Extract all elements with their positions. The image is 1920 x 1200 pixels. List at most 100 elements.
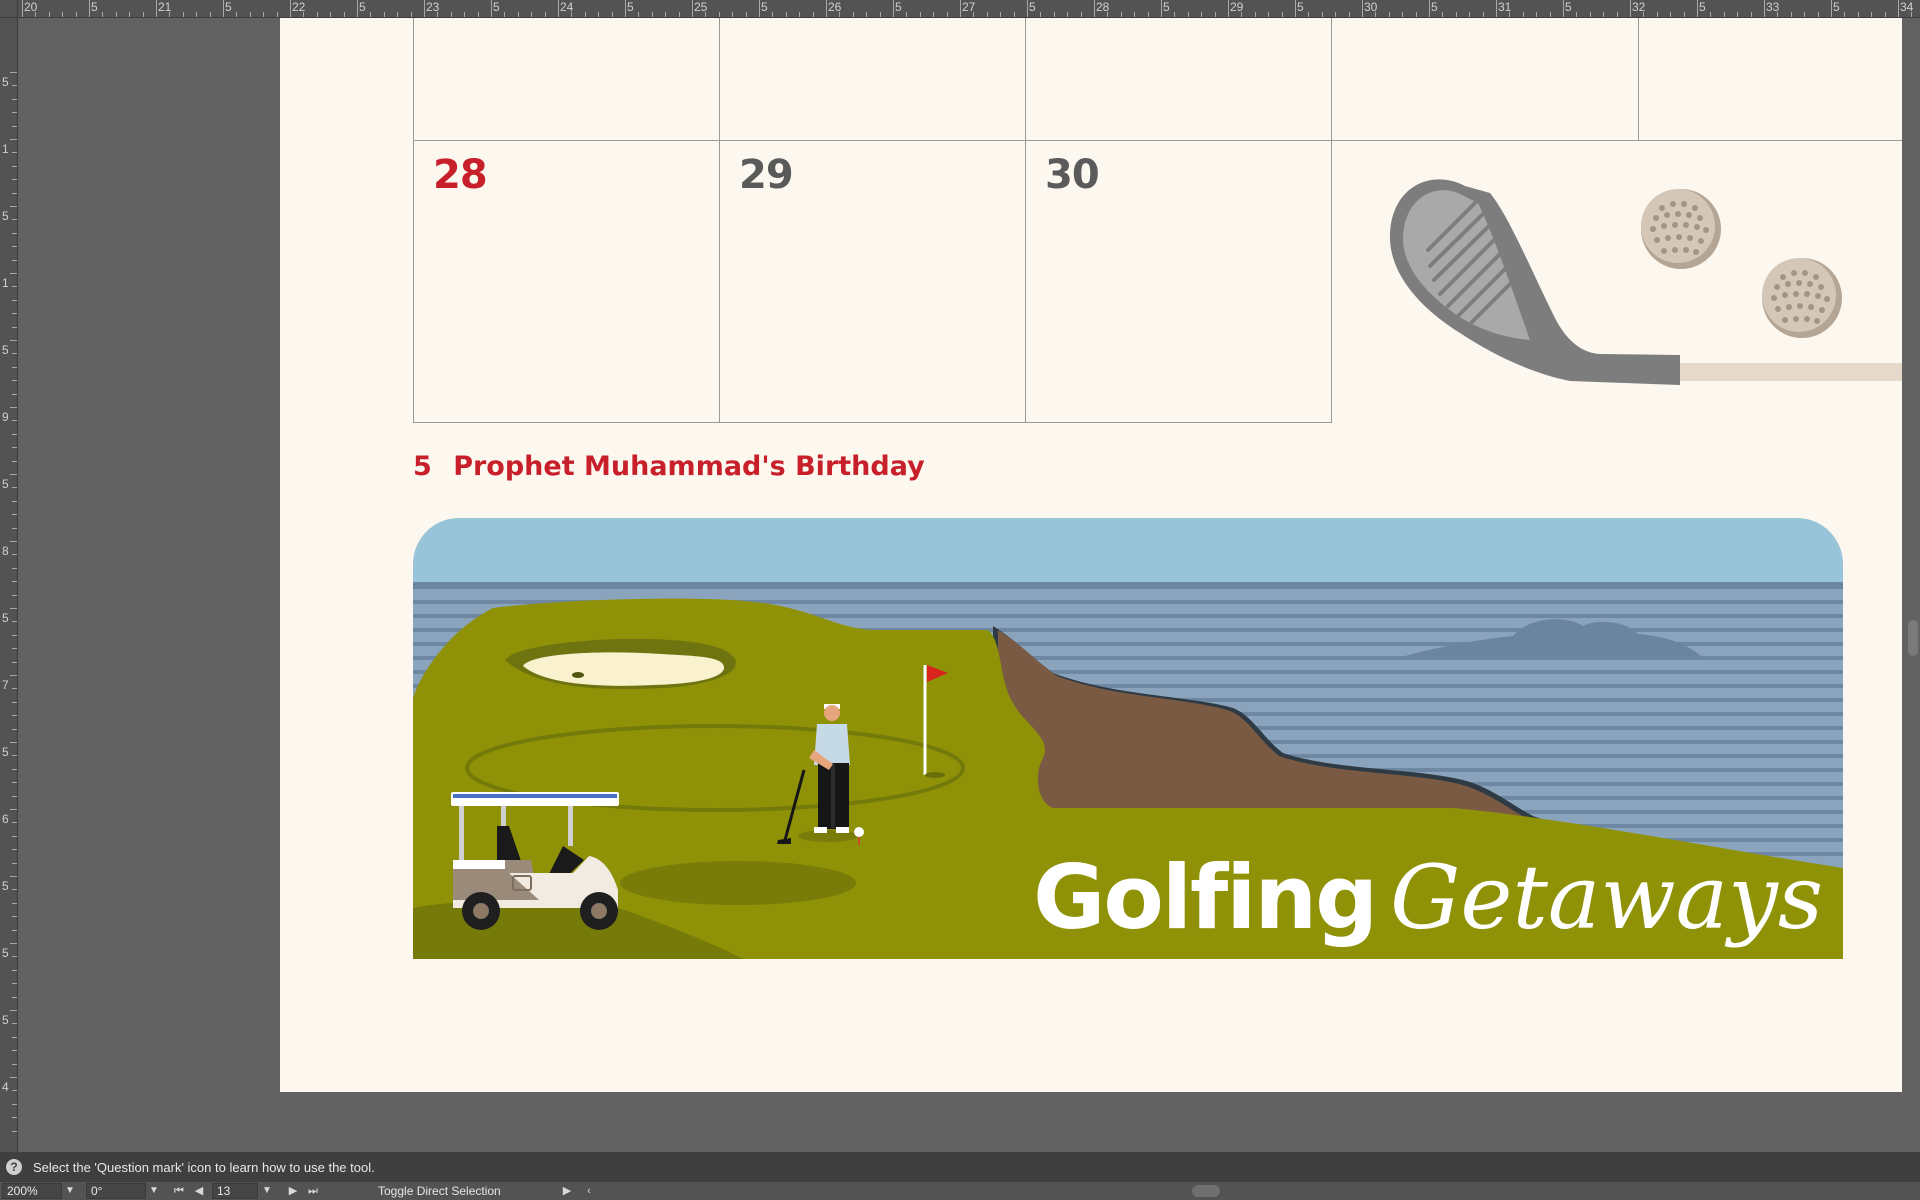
ruler-top-tick: [1630, 0, 1631, 17]
ruler-left-tick: [10, 340, 17, 341]
scroll-left-icon[interactable]: ‹: [582, 1182, 596, 1200]
ruler-top-label: 5: [1431, 0, 1438, 14]
ruler-top-label: 5: [225, 0, 232, 14]
ruler-left-tick: [12, 420, 17, 422]
ruler-corner[interactable]: [0, 0, 18, 18]
ruler-left-tick: [12, 433, 17, 435]
ruler-left-tick: [10, 675, 17, 676]
ruler-left-tick: [12, 688, 17, 690]
ruler-left-tick: [12, 366, 17, 368]
ruler-left-tick: [10, 273, 17, 274]
ruler-top-minor-tick: [142, 12, 144, 17]
zoom-field[interactable]: 200%: [2, 1183, 62, 1199]
ruler-top-minor-tick: [115, 12, 117, 17]
ruler-left-tick: [12, 795, 17, 797]
ruler-top-label: 5: [91, 0, 98, 14]
ruler-left-tick: [10, 809, 17, 810]
ruler-top-minor-tick: [169, 12, 171, 17]
ruler-top-minor-tick: [196, 12, 198, 17]
ruler-top[interactable]: 20 5 21 5 22 5 23 5 24 5 25 5 26 5 27 5 28 5 29 5 30 5 31 5 32 5 3…: [0, 0, 1920, 18]
vertical-scroll-thumb[interactable]: [1908, 620, 1918, 656]
ruler-top-tick: [558, 0, 559, 17]
ruler-top-minor-tick: [209, 12, 211, 17]
ruler-top-tick: [156, 0, 157, 17]
ruler-top-tick: [1362, 0, 1363, 17]
ruler-left-label: 4: [2, 1080, 9, 1094]
ruler-left-tick: [12, 514, 17, 516]
ruler-left-tick: [12, 299, 17, 301]
question-mark-icon[interactable]: ?: [6, 1159, 22, 1175]
ruler-top-label: 5: [627, 0, 634, 14]
ruler-top-minor-tick: [182, 12, 184, 17]
ruler-left-tick: [10, 1077, 17, 1078]
next-page-icon[interactable]: ▶: [286, 1182, 300, 1200]
ruler-top-label: 5: [761, 0, 768, 14]
ruler-top-tick: [22, 0, 23, 17]
document-page[interactable]: 28 29 30 5 Prophet Muhammad's Birthday G…: [280, 18, 1902, 1092]
holiday-day: 5: [413, 451, 432, 482]
ruler-left-tick: [12, 929, 17, 931]
ruler-top-label: 5: [1565, 0, 1572, 14]
ruler-left[interactable]: 5 1 5 1 5 9 5 8 5 7 5 6 5 5 5 4: [0, 18, 18, 1152]
ruler-top-tick: [826, 0, 827, 17]
ruler-left-label: 5: [2, 477, 9, 491]
ruler-top-tick: [89, 0, 90, 17]
ruler-top-tick: [290, 0, 291, 17]
status-tool-label: Toggle Direct Selection: [378, 1184, 501, 1198]
ruler-left-tick: [12, 889, 17, 891]
zoom-dropdown-chevron-icon[interactable]: ▼: [63, 1183, 77, 1199]
ruler-left-tick: [12, 152, 17, 154]
last-page-icon[interactable]: ⏭: [306, 1182, 320, 1200]
ruler-left-tick: [10, 876, 17, 877]
ruler-top-tick: [424, 0, 425, 17]
ruler-left-tick: [12, 85, 17, 87]
ruler-left-tick: [12, 996, 17, 998]
horizontal-scroll-thumb[interactable]: [1192, 1185, 1220, 1197]
ruler-left-tick: [12, 1090, 17, 1092]
ruler-top-tick: [893, 0, 894, 17]
ruler-left-tick: [12, 822, 17, 824]
ruler-left-tick: [12, 983, 17, 985]
ruler-top-tick: [223, 0, 224, 17]
ruler-top-minor-tick: [129, 12, 131, 17]
vertical-scrollbar[interactable]: [1902, 18, 1920, 1152]
ruler-left-tick: [12, 902, 17, 904]
ruler-left-label: 1: [2, 276, 9, 290]
ruler-left-tick: [10, 1010, 17, 1011]
ruler-left-tick: [12, 447, 17, 449]
ruler-left-tick: [12, 956, 17, 958]
page-dropdown-chevron-icon[interactable]: ▼: [260, 1183, 274, 1199]
golf-banner[interactable]: Golfing Getaways: [413, 518, 1843, 959]
previous-page-icon[interactable]: ◀: [192, 1182, 206, 1200]
ruler-left-tick: [12, 179, 17, 181]
ruler-left-tick: [12, 916, 17, 918]
ruler-top-label: 5: [1163, 0, 1170, 14]
ruler-left-tick: [12, 1130, 17, 1132]
ruler-left-tick: [12, 232, 17, 234]
rotation-field[interactable]: 0°: [86, 1183, 146, 1199]
ruler-left-tick: [12, 1103, 17, 1105]
ruler-top-minor-tick: [236, 12, 238, 17]
ruler-left-label: 7: [2, 678, 9, 692]
ruler-left-tick: [12, 768, 17, 770]
ruler-top-tick: [1496, 0, 1497, 17]
ruler-top-tick: [692, 0, 693, 17]
ruler-top-tick: [1764, 0, 1765, 17]
ruler-top-minor-tick: [249, 12, 251, 17]
ruler-top-label: 5: [1297, 0, 1304, 14]
ruler-top-tick: [960, 0, 961, 17]
status-bar: 200% ▼ 0° ▼ ⏮ ◀ 13 ▼ ▶ ⏭ Toggle Direct S…: [0, 1182, 1920, 1200]
ruler-left-tick: [12, 112, 17, 114]
ruler-top-tick: [1898, 0, 1899, 17]
ruler-left-tick: [12, 862, 17, 864]
hint-text: Select the 'Question mark' icon to learn…: [33, 1160, 375, 1175]
rotation-dropdown-chevron-icon[interactable]: ▼: [147, 1183, 161, 1199]
ruler-left-label: 5: [2, 209, 9, 223]
status-menu-arrow-icon[interactable]: ▶: [560, 1182, 574, 1200]
ruler-top-minor-tick: [62, 12, 64, 17]
page-number-field[interactable]: 13: [212, 1183, 258, 1199]
first-page-icon[interactable]: ⏮: [172, 1182, 186, 1200]
ruler-left-tick: [12, 1050, 17, 1052]
ruler-left-tick: [10, 742, 17, 743]
ruler-top-label: 5: [1699, 0, 1706, 14]
